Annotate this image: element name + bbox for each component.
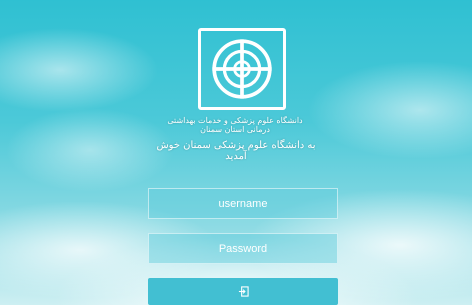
login-button[interactable] <box>148 278 338 305</box>
username-input[interactable] <box>148 188 338 219</box>
sign-in-icon <box>238 286 249 297</box>
university-name: دانشگاه علوم پزشکی و خدمات بهداشتی درمان… <box>167 116 303 134</box>
university-logo <box>198 28 286 110</box>
university-emblem-icon <box>212 39 272 99</box>
welcome-message: به دانشگاه علوم پزشکی سمنان خوش آمدید <box>156 140 316 162</box>
password-input[interactable] <box>148 233 338 264</box>
